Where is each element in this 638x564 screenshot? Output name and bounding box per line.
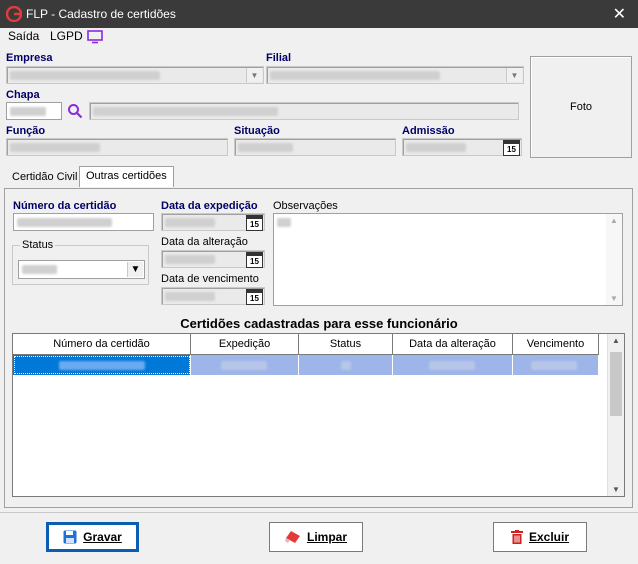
observacoes-textarea[interactable]: ▲ ▼ bbox=[273, 213, 623, 306]
funcao-label: Função bbox=[6, 125, 46, 137]
data-vencimento-label: Data de vencimento bbox=[161, 273, 259, 285]
gravar-label: Gravar bbox=[83, 530, 122, 544]
filial-label: Filial bbox=[266, 52, 292, 64]
grid-cell-vencimento bbox=[513, 355, 599, 375]
grid-cell-expedicao bbox=[191, 355, 299, 375]
menu-item-saida[interactable]: Saída bbox=[8, 29, 39, 43]
grid-header-vencimento[interactable]: Vencimento bbox=[513, 334, 599, 355]
chevron-down-icon[interactable]: ▼ bbox=[506, 68, 522, 82]
observacoes-scrollbar[interactable]: ▲ ▼ bbox=[606, 214, 622, 305]
grid-cell-status bbox=[299, 355, 393, 375]
empresa-combobox[interactable]: ▼ bbox=[6, 66, 264, 84]
scrollbar-thumb[interactable] bbox=[610, 352, 622, 416]
menu-item-lgpd[interactable]: LGPD bbox=[50, 29, 83, 43]
chapa-label: Chapa bbox=[6, 89, 40, 101]
status-bar bbox=[0, 556, 638, 564]
limpar-button[interactable]: Limpar bbox=[269, 522, 363, 552]
window-title: FLP - Cadastro de certidões bbox=[26, 7, 176, 21]
chapa-input[interactable] bbox=[6, 102, 62, 120]
tab-outras-certidoes[interactable]: Outras certidões bbox=[79, 166, 174, 187]
grid-header-status[interactable]: Status bbox=[299, 334, 393, 355]
grid-cell-data-alteracao bbox=[393, 355, 513, 375]
monitor-icon[interactable] bbox=[87, 30, 103, 44]
situacao-label: Situação bbox=[234, 125, 280, 137]
chevron-down-icon[interactable]: ▼ bbox=[246, 68, 262, 82]
menu-bar: Saída LGPD bbox=[0, 28, 638, 46]
photo-label: Foto bbox=[569, 101, 592, 113]
empresa-label: Empresa bbox=[6, 52, 53, 64]
excluir-label: Excluir bbox=[528, 530, 570, 544]
save-icon bbox=[63, 530, 77, 544]
title-bar: FLP - Cadastro de certidões ✕ bbox=[0, 0, 638, 28]
numero-certidao-label: Número da certidão bbox=[13, 200, 117, 212]
status-label: Status bbox=[20, 239, 56, 251]
numero-certidao-input[interactable] bbox=[13, 213, 154, 231]
admissao-field: 15 bbox=[402, 138, 522, 156]
grid-cell-numero bbox=[13, 355, 191, 375]
funcao-field bbox=[6, 138, 228, 156]
app-logo-icon bbox=[6, 6, 22, 22]
chevron-up-icon[interactable]: ▲ bbox=[610, 216, 618, 225]
grid-title: Certidões cadastradas para esse funcioná… bbox=[180, 316, 458, 331]
calendar-icon[interactable]: 15 bbox=[503, 140, 520, 156]
search-icon[interactable] bbox=[67, 103, 83, 119]
observacoes-label: Observações bbox=[273, 200, 338, 212]
data-alteracao-input[interactable]: 15 bbox=[161, 250, 265, 268]
data-alteracao-label: Data da alteração bbox=[161, 236, 248, 248]
filial-combobox[interactable]: ▼ bbox=[266, 66, 524, 84]
chevron-down-icon[interactable]: ▼ bbox=[127, 262, 143, 277]
tab-certidao-civil[interactable]: Certidão Civil bbox=[6, 168, 83, 189]
excluir-button[interactable]: Excluir bbox=[493, 522, 587, 552]
grid-header-expedicao[interactable]: Expedição bbox=[191, 334, 299, 355]
chevron-down-icon[interactable]: ▼ bbox=[610, 294, 618, 303]
gravar-button[interactable]: Gravar bbox=[46, 522, 139, 552]
trash-icon bbox=[510, 530, 523, 544]
calendar-icon[interactable]: 15 bbox=[246, 215, 263, 231]
chevron-up-icon[interactable]: ▲ bbox=[612, 336, 620, 345]
chevron-down-icon[interactable]: ▼ bbox=[612, 485, 620, 494]
separator bbox=[0, 512, 638, 513]
grid-header-numero[interactable]: Número da certidão bbox=[13, 334, 191, 355]
grid-header-data-alteracao[interactable]: Data da alteração bbox=[393, 334, 513, 355]
photo-box[interactable]: Foto bbox=[530, 56, 632, 158]
calendar-icon[interactable]: 15 bbox=[246, 289, 263, 305]
grid-scrollbar[interactable]: ▲ ▼ bbox=[607, 334, 624, 496]
situacao-field bbox=[234, 138, 396, 156]
limpar-label: Limpar bbox=[306, 530, 347, 544]
close-icon[interactable]: ✕ bbox=[613, 4, 626, 24]
eraser-icon bbox=[284, 531, 300, 543]
admissao-label: Admissão bbox=[402, 125, 455, 137]
status-combobox[interactable]: ▼ bbox=[18, 260, 145, 279]
data-vencimento-input[interactable]: 15 bbox=[161, 287, 265, 305]
certidoes-grid[interactable]: Número da certidão Expedição Status Data… bbox=[12, 333, 625, 497]
data-expedicao-label: Data da expedição bbox=[161, 200, 258, 212]
employee-name-field bbox=[89, 102, 519, 120]
data-expedicao-input[interactable]: 15 bbox=[161, 213, 265, 231]
calendar-icon[interactable]: 15 bbox=[246, 252, 263, 268]
